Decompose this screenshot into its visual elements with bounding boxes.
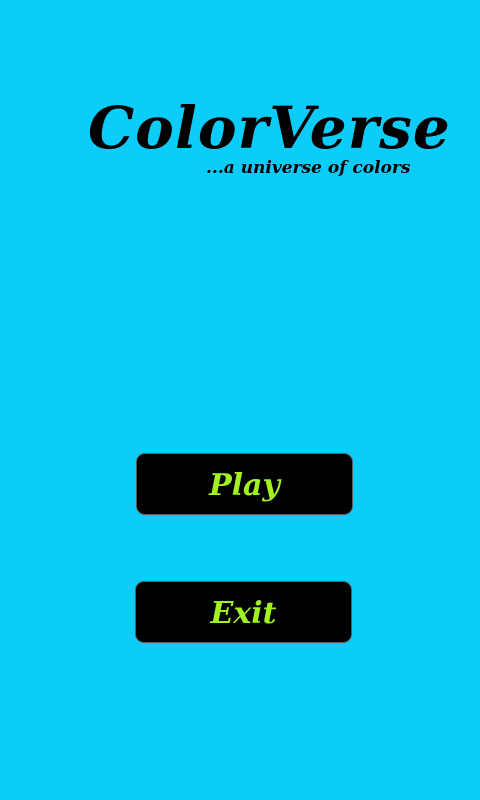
play-button[interactable]: Play	[136, 453, 353, 515]
exit-button[interactable]: Exit	[135, 581, 352, 643]
game-subtitle: ...a universe of colors	[206, 158, 411, 178]
